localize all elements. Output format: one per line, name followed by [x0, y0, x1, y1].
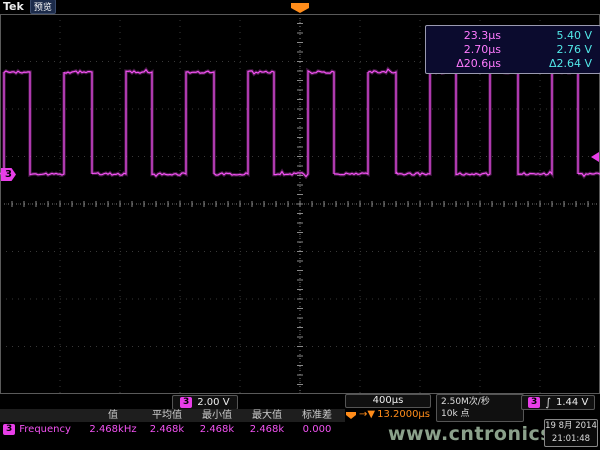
measurement-min: 2.468k: [192, 423, 242, 436]
trigger-readout[interactable]: 3 ∫ 1.44 V: [521, 395, 595, 410]
record-length: 10k 点: [441, 408, 519, 420]
channel-3-scale-value: 2.00 V: [197, 397, 229, 408]
horizontal-readout[interactable]: 400µs →▼ 13.2000µs: [345, 394, 431, 421]
cursor-readout: 23.3µs 5.40 V 2.70µs 2.76 V Δ20.6µs Δ2.6…: [425, 25, 600, 74]
timebase-scale: 400µs: [345, 394, 431, 408]
acquisition-readout[interactable]: 2.50M次/秒 10k 点: [436, 394, 524, 422]
datetime-box: 19 8月 2014 21:01:48: [544, 419, 598, 447]
measurement-header-value: 值: [84, 409, 142, 422]
time-value: 21:01:48: [545, 433, 597, 446]
measurement-std: 0.000: [292, 423, 342, 436]
measurement-name: Frequency: [19, 423, 71, 436]
oscilloscope-screen: Tek 预览 3 23.3µs 5.40 V 2.70µs 2.76 V Δ20…: [0, 0, 600, 450]
measurement-header-row: 值 平均值 最小值 最大值 标准差: [0, 409, 345, 422]
acquisition-status: 预览: [30, 0, 56, 14]
date-value: 19 8月 2014: [545, 420, 597, 433]
measurement-row[interactable]: 3 Frequency 2.468kHz 2.468k 2.468k 2.468…: [0, 423, 345, 436]
trigger-source-badge: 3: [528, 397, 540, 408]
measurement-header-std: 标准差: [292, 409, 342, 422]
cursor-delta-time: Δ20.6µs: [434, 57, 513, 70]
trigger-slope-icon: ∫: [545, 397, 551, 408]
trigger-position-value: 13.2000µs: [377, 409, 430, 421]
channel-3-label: 3: [5, 169, 12, 180]
trigger-level-marker[interactable]: [591, 152, 599, 162]
trigger-position-readout: →▼ 13.2000µs: [345, 409, 431, 421]
measurement-value: 2.468kHz: [84, 423, 142, 436]
top-status-bar: Tek 预览: [3, 0, 56, 13]
measurement-source-badge: 3: [3, 424, 15, 435]
trigger-position-arrow-icon: →▼: [359, 409, 375, 421]
measurement-header-blank: [0, 409, 84, 422]
measurement-header-mean: 平均值: [142, 409, 192, 422]
trigger-position-marker[interactable]: [290, 2, 310, 14]
measurement-mean: 2.468k: [142, 423, 192, 436]
trigger-position-flag-icon: [345, 411, 357, 420]
measurement-header-max: 最大值: [242, 409, 292, 422]
sample-rate: 2.50M次/秒: [441, 396, 519, 408]
brand-logo: Tek: [3, 0, 24, 13]
trigger-level-value: 1.44 V: [556, 397, 588, 408]
channel-3-scale-readout[interactable]: 3 2.00 V: [172, 395, 238, 410]
measurement-table: 值 平均值 最小值 最大值 标准差 3 Frequency 2.468kHz 2…: [0, 409, 345, 436]
cursor-b-time: 2.70µs: [434, 43, 513, 56]
cursor-a-time: 23.3µs: [434, 29, 513, 42]
channel-3-badge: 3: [180, 397, 192, 408]
cursor-a-volt: 5.40 V: [513, 29, 592, 42]
cursor-b-volt: 2.76 V: [513, 43, 592, 56]
cursor-delta-volt: Δ2.64 V: [513, 57, 592, 70]
measurement-max: 2.468k: [242, 423, 292, 436]
measurement-label: 3 Frequency: [0, 423, 84, 436]
measurement-header-min: 最小值: [192, 409, 242, 422]
